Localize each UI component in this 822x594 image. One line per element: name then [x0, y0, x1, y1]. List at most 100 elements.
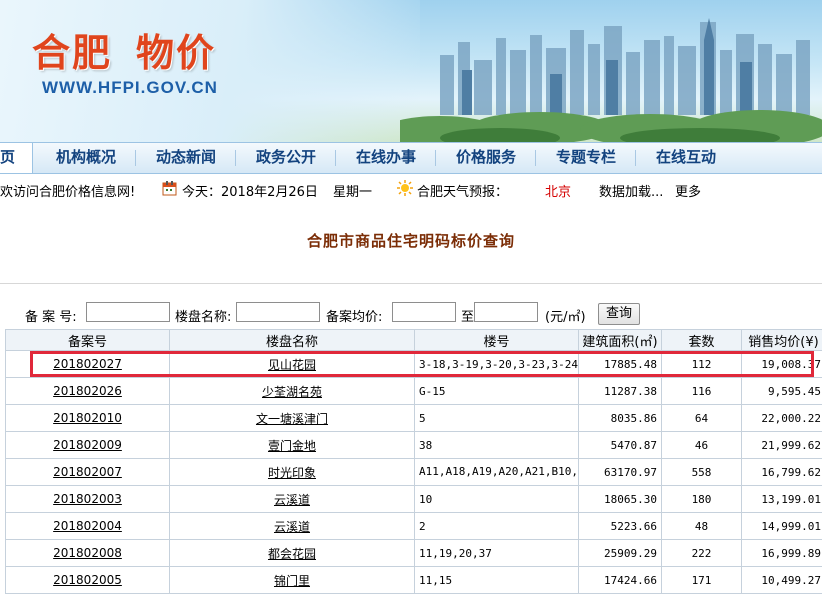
unit-count-cell: 171	[662, 567, 742, 594]
divider	[0, 283, 822, 284]
price-min-input[interactable]	[392, 302, 456, 322]
unit-count-cell: 64	[662, 405, 742, 432]
unit-count-cell: 558	[662, 459, 742, 486]
weekday-text: 星期一	[333, 181, 372, 200]
project-name-link[interactable]: 文一塘溪津门	[256, 412, 328, 426]
avg-price-cell: 16,799.62	[742, 459, 822, 486]
project-name-link[interactable]: 都会花园	[268, 547, 316, 561]
table-row: 201802027 见山花园 3-18,3-19,3-20,3-23,3-24 …	[6, 351, 822, 378]
column-header-record-no: 备案号	[6, 330, 170, 351]
column-header-building-no: 楼号	[415, 330, 579, 351]
nav-separator	[635, 150, 636, 166]
price-max-input[interactable]	[474, 302, 538, 322]
info-bar: 欢访问合肥价格信息网! 今天：2018年2月26日 星期一 合肥天气预报： 北京…	[0, 176, 822, 204]
page-title: 合肥市商品住宅明码标价查询	[0, 230, 822, 251]
price-range-to-label: 至	[461, 306, 474, 325]
avg-price-cell: 21,999.62	[742, 432, 822, 459]
record-no-label: 备 案 号:	[25, 306, 77, 325]
nav-separator	[435, 150, 436, 166]
project-name-link[interactable]: 云溪道	[274, 493, 310, 507]
header-banner: 合肥物价 WWW.HFPI.GOV.CN	[0, 0, 822, 142]
unit-count-cell: 48	[662, 513, 742, 540]
project-name-link[interactable]: 时光印象	[268, 466, 316, 480]
floor-area-cell: 5470.87	[579, 432, 662, 459]
project-name-link[interactable]: 见山花园	[268, 358, 316, 372]
floor-area-cell: 63170.97	[579, 459, 662, 486]
weather-label: 合肥天气预报：	[417, 181, 508, 200]
date-text: 今天：2018年2月26日	[182, 181, 318, 200]
project-name-link[interactable]: 少荃湖名苑	[262, 385, 322, 399]
table-row: 201802026 少荃湖名苑 G-15 11287.38 116 9,595.…	[6, 378, 822, 405]
weather-more-link[interactable]: 更多	[675, 181, 701, 200]
unit-count-cell: 180	[662, 486, 742, 513]
nav-item-topics[interactable]: 专题专栏	[556, 143, 616, 173]
table-row: 201802005 锦门里 11,15 17424.66 171 10,499.…	[6, 567, 822, 594]
table-row: 201802007 时光印象 A11,A18,A19,A20,A21,B10,B…	[6, 459, 822, 486]
nav-item-online-service[interactable]: 在线办事	[356, 143, 416, 173]
search-form: 备 案 号: 楼盘名称: 备案均价: 至 (元/㎡) 查询	[0, 302, 822, 326]
avg-price-cell: 16,999.89	[742, 540, 822, 567]
building-no-cell: 2	[415, 513, 579, 540]
price-unit-label: (元/㎡)	[545, 306, 586, 325]
project-name-label: 楼盘名称:	[175, 306, 231, 325]
floor-area-cell: 17424.66	[579, 567, 662, 594]
column-header-project-name: 楼盘名称	[170, 330, 415, 351]
table-row: 201802009 壹门金地 38 5470.87 46 21,999.62	[6, 432, 822, 459]
project-name-input[interactable]	[236, 302, 320, 322]
table-header-row: 备案号 楼盘名称 楼号 建筑面积(㎡) 套数 销售均价(¥)	[6, 330, 822, 351]
avg-price-label: 备案均价:	[326, 306, 382, 325]
city-skyline-image	[400, 0, 822, 142]
table-row: 201802010 文一塘溪津门 5 8035.86 64 22,000.22	[6, 405, 822, 432]
record-no-link[interactable]: 201802003	[53, 492, 122, 506]
record-no-link[interactable]: 201802007	[53, 465, 122, 479]
record-no-input[interactable]	[86, 302, 170, 322]
unit-count-cell: 112	[662, 351, 742, 378]
building-no-cell: 10	[415, 486, 579, 513]
avg-price-cell: 10,499.27	[742, 567, 822, 594]
building-no-cell: 38	[415, 432, 579, 459]
record-no-link[interactable]: 201802027	[53, 357, 122, 371]
unit-count-cell: 116	[662, 378, 742, 405]
avg-price-cell: 9,595.45	[742, 378, 822, 405]
table-row: 201802003 云溪道 10 18065.30 180 13,199.01	[6, 486, 822, 513]
nav-item-about[interactable]: 机构概况	[56, 143, 116, 173]
main-nav: 页 机构概况 动态新闻 政务公开 在线办事 价格服务 专题专栏 在线互动	[0, 142, 822, 174]
nav-item-price-service[interactable]: 价格服务	[456, 143, 516, 173]
record-no-link[interactable]: 201802009	[53, 438, 122, 452]
nav-item-news[interactable]: 动态新闻	[156, 143, 216, 173]
weather-city[interactable]: 北京	[545, 181, 571, 200]
avg-price-cell: 14,999.01	[742, 513, 822, 540]
nav-item-interaction[interactable]: 在线互动	[656, 143, 716, 173]
column-header-unit-count: 套数	[662, 330, 742, 351]
floor-area-cell: 25909.29	[579, 540, 662, 567]
logo-text-price: 物价	[136, 31, 216, 75]
results-table: 备案号 楼盘名称 楼号 建筑面积(㎡) 套数 销售均价(¥) 201802027…	[5, 329, 822, 594]
floor-area-cell: 5223.66	[579, 513, 662, 540]
record-no-link[interactable]: 201802010	[53, 411, 122, 425]
record-no-link[interactable]: 201802008	[53, 546, 122, 560]
logo-text-city: 合肥	[32, 31, 112, 75]
floor-area-cell: 8035.86	[579, 405, 662, 432]
search-button[interactable]: 查询	[598, 303, 640, 325]
nav-separator	[335, 150, 336, 166]
table-row: 201802004 云溪道 2 5223.66 48 14,999.01	[6, 513, 822, 540]
floor-area-cell: 11287.38	[579, 378, 662, 405]
building-no-cell: A11,A18,A19,A20,A21,B10,B11	[415, 459, 579, 486]
floor-area-cell: 17885.48	[579, 351, 662, 378]
column-header-avg-price: 销售均价(¥)	[742, 330, 822, 351]
nav-item-home[interactable]: 页	[0, 143, 33, 173]
project-name-link[interactable]: 壹门金地	[268, 439, 316, 453]
site-logo[interactable]: 合肥物价	[32, 22, 216, 77]
project-name-link[interactable]: 云溪道	[274, 520, 310, 534]
floor-area-cell: 18065.30	[579, 486, 662, 513]
record-no-link[interactable]: 201802005	[53, 573, 122, 587]
nav-separator	[235, 150, 236, 166]
table-row: 201802008 都会花园 11,19,20,37 25909.29 222 …	[6, 540, 822, 567]
record-no-link[interactable]: 201802026	[53, 384, 122, 398]
record-no-link[interactable]: 201802004	[53, 519, 122, 533]
sun-icon	[397, 180, 413, 196]
nav-item-government[interactable]: 政务公开	[256, 143, 316, 173]
nav-separator	[535, 150, 536, 166]
building-no-cell: 11,15	[415, 567, 579, 594]
avg-price-cell: 19,008.37	[742, 351, 822, 378]
